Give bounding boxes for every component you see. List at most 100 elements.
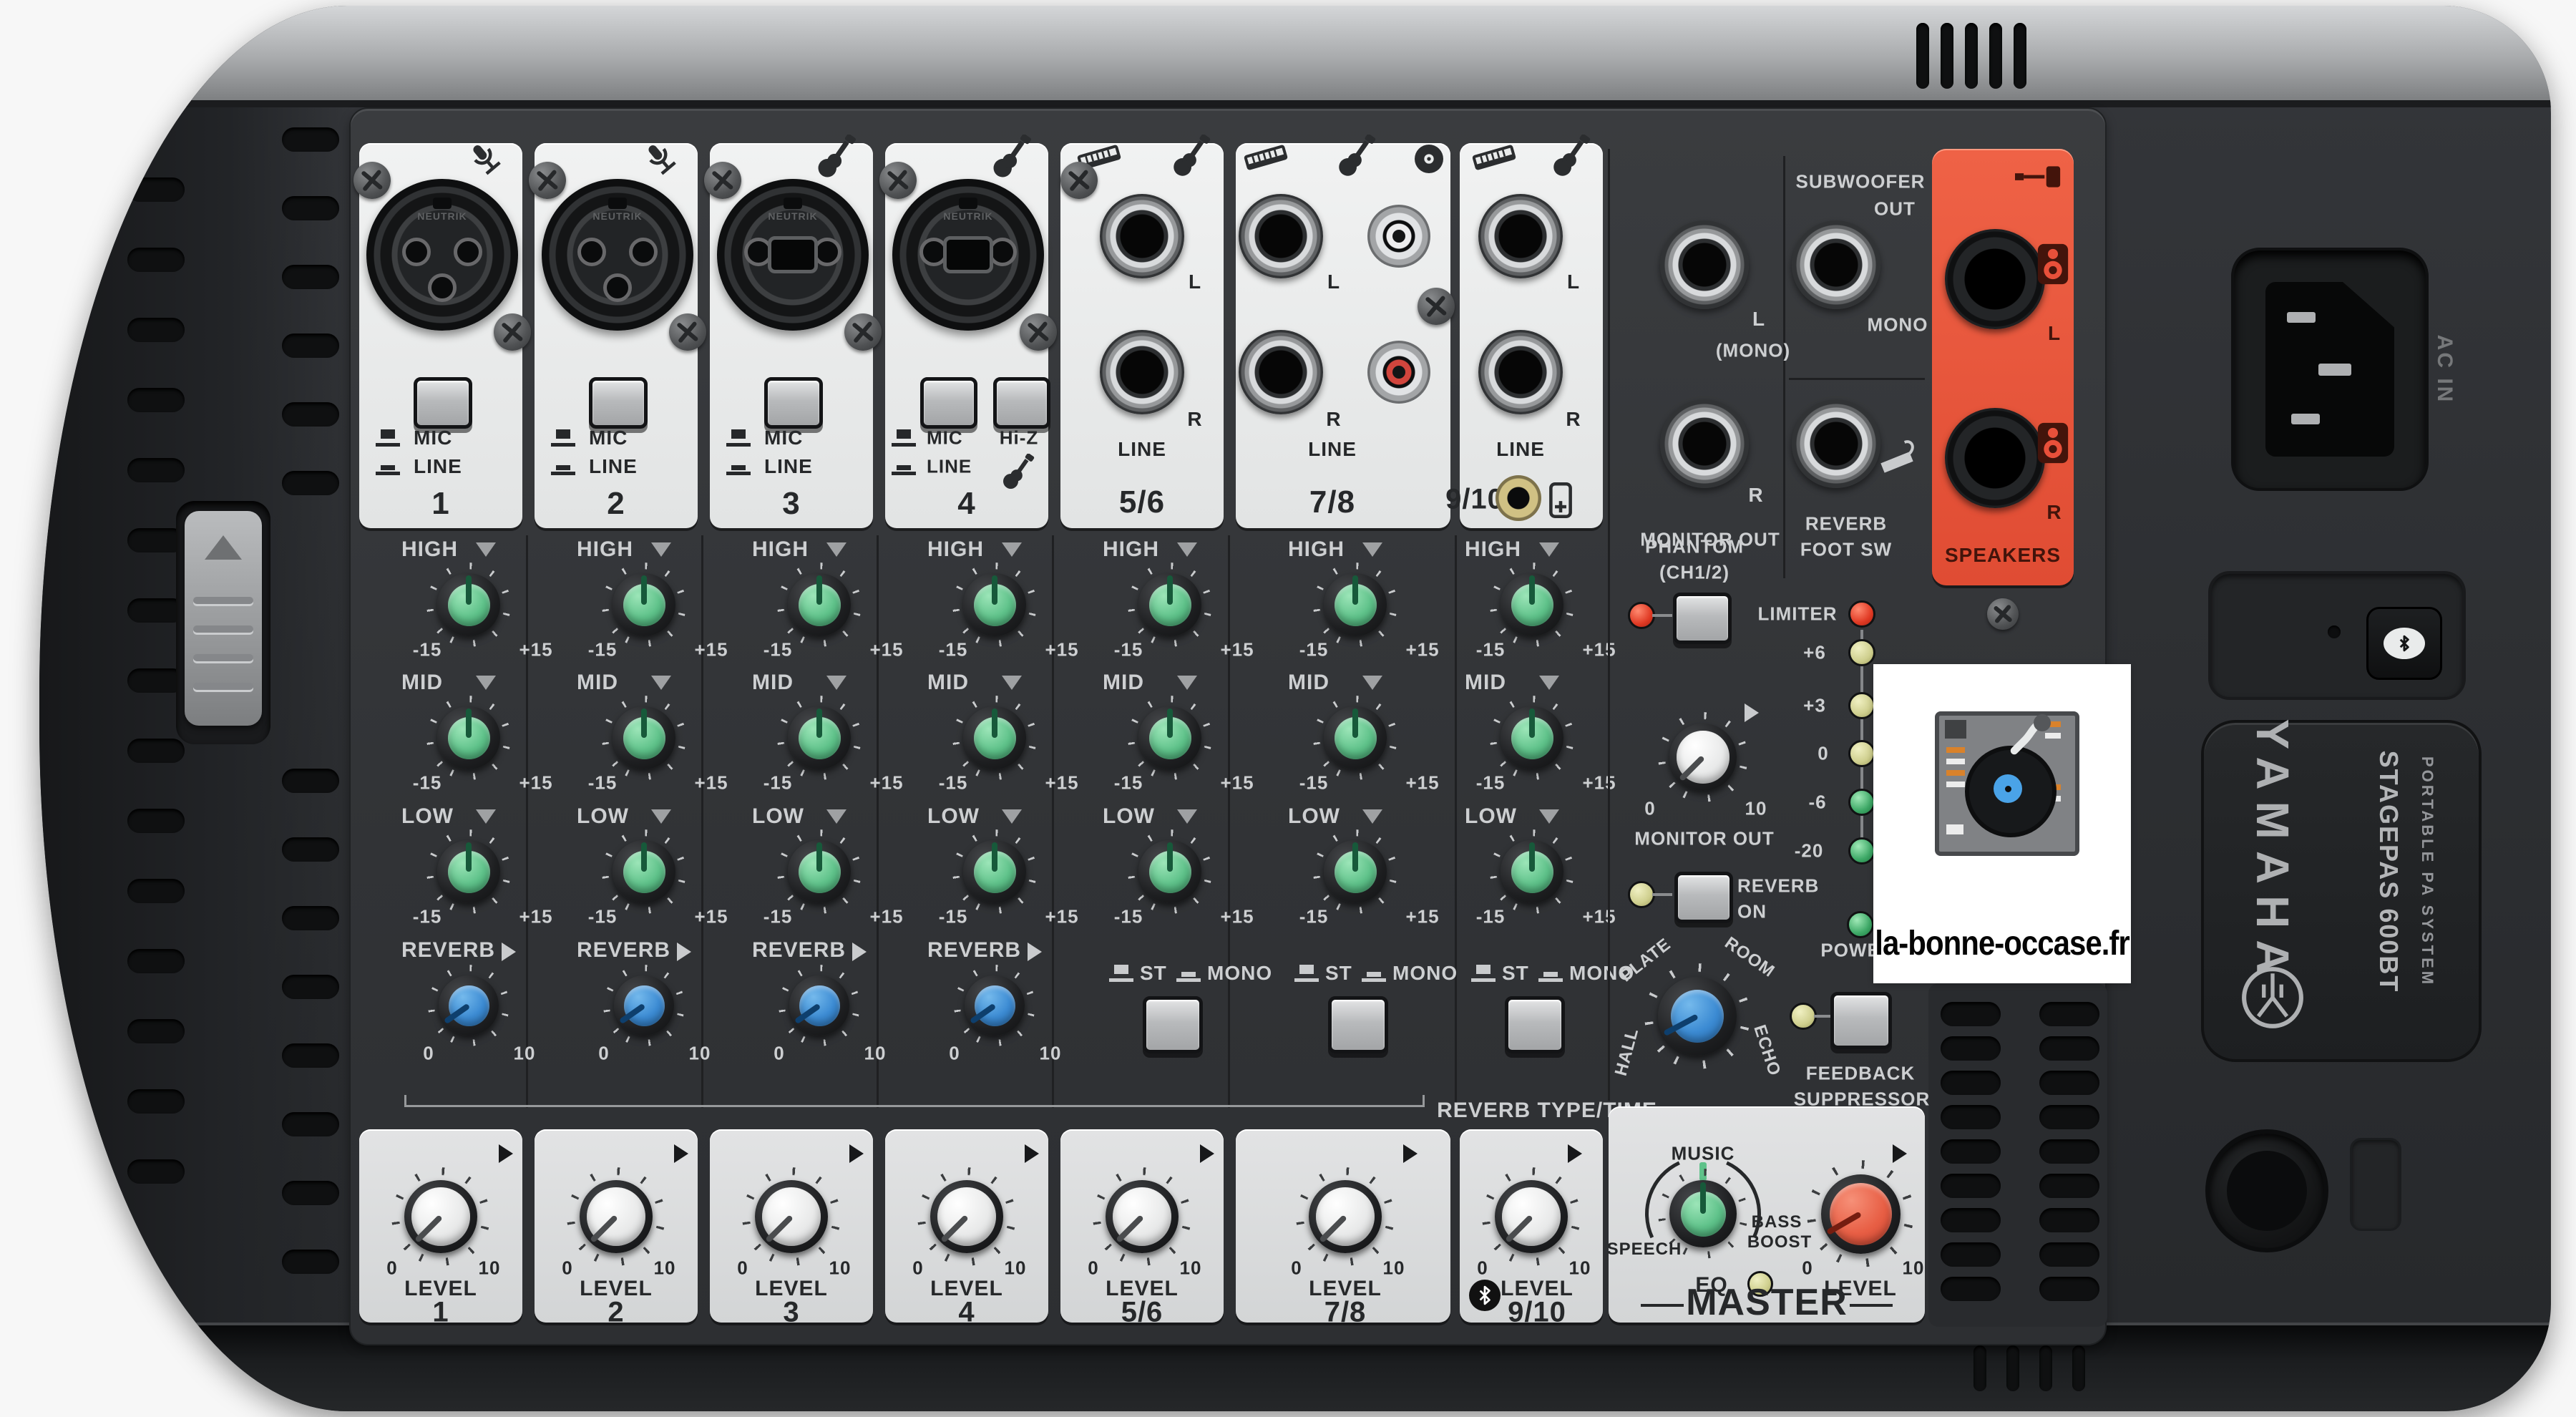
eq-min: -15	[1299, 639, 1329, 661]
knob-max: 10	[829, 1257, 852, 1280]
ch1-low-knob[interactable]	[426, 829, 511, 914]
eq-min: -15	[1476, 772, 1506, 794]
ch56-level-knob[interactable]	[1093, 1167, 1191, 1266]
channel-1-mic-line-button[interactable]	[414, 377, 472, 429]
ch4-low-knob[interactable]	[952, 829, 1037, 914]
bluetooth-led	[2328, 625, 2341, 638]
ch1-reverb-knob[interactable]	[428, 965, 509, 1046]
ch3-level-knob[interactable]	[742, 1167, 841, 1266]
r-label: R	[1748, 484, 1763, 507]
eq-max: +15	[1405, 639, 1439, 661]
ch4-reverb-knob[interactable]	[954, 965, 1035, 1046]
ch2-high-knob[interactable]	[602, 563, 686, 647]
meter-led	[1848, 837, 1875, 865]
guitar-icon	[1168, 135, 1215, 182]
phantom-button[interactable]	[1673, 593, 1732, 644]
low-label: LOW	[1103, 804, 1155, 829]
level-number: 2	[608, 1297, 624, 1329]
ch3-high-knob[interactable]	[777, 563, 862, 647]
connector-brand: NEUTRIK	[943, 210, 992, 222]
ch56-mid-knob[interactable]	[1128, 696, 1212, 780]
arrow-marker	[1025, 1144, 1039, 1163]
ch2-mid-knob[interactable]	[602, 696, 686, 780]
ch78-level-knob[interactable]	[1296, 1167, 1395, 1266]
knob-max: 10	[654, 1257, 676, 1280]
reverb-type-time-knob[interactable]	[1644, 963, 1750, 1069]
ac-in-label: AC IN	[2432, 335, 2457, 404]
bluetooth-button[interactable]	[2366, 607, 2442, 680]
subwoofer-mono-label: MONO	[1868, 314, 1928, 336]
ch4-level-knob[interactable]	[917, 1167, 1016, 1266]
ch3-mid-knob[interactable]	[777, 696, 862, 780]
reverb-foot-caption1: REVERB	[1805, 513, 1887, 535]
ch56-low-knob[interactable]	[1128, 829, 1212, 914]
channel-number: 5/6	[1119, 484, 1165, 520]
channel-4-hi-z-button[interactable]	[993, 377, 1050, 429]
knob-max: 10	[1903, 1257, 1925, 1280]
level-number: 5/6	[1121, 1297, 1163, 1329]
ch78-mid-knob[interactable]	[1313, 696, 1397, 780]
screw	[704, 162, 741, 199]
ch910-high-knob[interactable]	[1490, 563, 1574, 647]
eq-max: +15	[519, 906, 552, 928]
ch3-low-knob[interactable]	[777, 829, 862, 914]
knob-max: 10	[1040, 1043, 1062, 1065]
eq-max: +15	[1582, 906, 1616, 928]
ch78-low-knob[interactable]	[1313, 829, 1397, 914]
ch56-st-mono-button[interactable]	[1143, 996, 1203, 1053]
line-label: LINE	[414, 455, 462, 478]
limiter-led	[1848, 600, 1875, 628]
eq-min: -15	[588, 639, 618, 661]
monitor-out-knob[interactable]	[1658, 712, 1748, 802]
ch56-high-knob[interactable]	[1128, 563, 1212, 647]
eq-max: +15	[694, 772, 728, 794]
channel-4-mic-line-button[interactable]	[920, 377, 977, 429]
ch910-low-knob[interactable]	[1490, 829, 1574, 914]
level-number: 4	[958, 1297, 975, 1329]
low-label: LOW	[927, 804, 980, 829]
reverb-on-button[interactable]	[1674, 872, 1733, 923]
arrow-marker	[852, 943, 867, 961]
ch78-high-knob[interactable]	[1313, 563, 1397, 647]
arrow-marker	[499, 1144, 513, 1163]
subwoofer-out-jack	[1792, 220, 1880, 309]
watermark-text: la-bonne-occase.fr	[1875, 923, 2129, 963]
high-label: HIGH	[927, 537, 984, 562]
feedback-suppressor-button[interactable]	[1830, 992, 1892, 1049]
master-label: MASTER	[1686, 1281, 1848, 1324]
meter-led	[1848, 740, 1875, 767]
ch78-st-mono-button[interactable]	[1328, 996, 1388, 1053]
mic-icon	[465, 139, 508, 182]
center-marker	[1177, 676, 1197, 690]
eq-min: -15	[588, 772, 618, 794]
center-marker	[1362, 809, 1382, 824]
ch2-level-knob[interactable]	[567, 1167, 665, 1266]
center-marker	[1002, 676, 1022, 690]
ch910-mid-knob[interactable]	[1490, 696, 1574, 780]
ch1-level-knob[interactable]	[391, 1167, 490, 1266]
reverb-label: REVERB	[927, 938, 1021, 963]
meter-led	[1848, 789, 1875, 816]
knob-max: 10	[479, 1257, 501, 1280]
ch2-low-knob[interactable]	[602, 829, 686, 914]
channel-3-mic-line-button[interactable]	[764, 377, 823, 429]
speakers-r-label: R	[2046, 501, 2062, 524]
round-button[interactable]	[2205, 1129, 2328, 1252]
channel-2-mic-line-button[interactable]	[589, 377, 648, 429]
ch4-high-knob[interactable]	[952, 563, 1037, 647]
channel-1-xlr-jack	[366, 179, 518, 331]
ch2-reverb-knob[interactable]	[603, 965, 685, 1046]
master-level-knob[interactable]	[1807, 1160, 1914, 1267]
ch1-high-knob[interactable]	[426, 563, 511, 647]
section-divider	[1608, 149, 1610, 1101]
disc-icon	[1412, 142, 1446, 176]
ch4-mid-knob[interactable]	[952, 696, 1037, 780]
knob-min: 0	[1802, 1257, 1813, 1280]
r-label: R	[1566, 408, 1581, 431]
ch3-reverb-knob[interactable]	[779, 965, 860, 1046]
ch1-mid-knob[interactable]	[426, 696, 511, 780]
knob-min: 0	[774, 1043, 784, 1065]
handle-latch-slider[interactable]	[185, 511, 262, 726]
ch910-st-mono-button[interactable]	[1505, 996, 1565, 1053]
ch910-level-knob[interactable]	[1482, 1167, 1581, 1266]
